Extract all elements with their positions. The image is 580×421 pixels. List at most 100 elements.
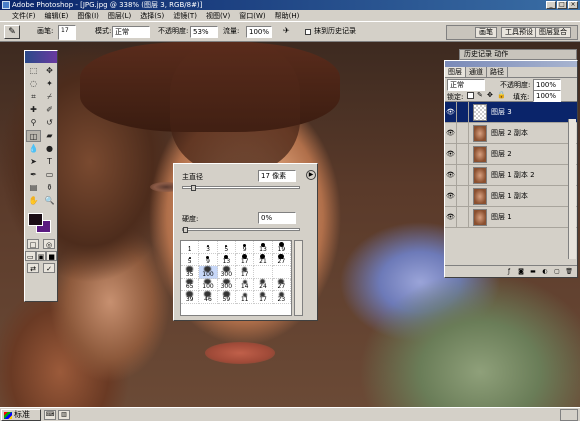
slice-tool-icon[interactable]: ⌿ [42,91,57,103]
visibility-eye-icon[interactable]: 👁 [445,143,457,165]
menu-file[interactable]: 文件(F) [12,11,36,21]
lock-all-icon[interactable]: 🔒 [497,91,506,99]
layer-link-cell[interactable] [457,185,469,207]
dodge-tool-icon[interactable]: ● [42,143,57,155]
adjustment-layer-icon[interactable]: ◐ [540,267,550,276]
tray-keyboard-icon[interactable]: ⌨ [44,410,56,420]
hardness-slider[interactable] [182,227,300,233]
history-checkbox[interactable] [305,29,311,35]
toolbox-header[interactable] [25,51,57,63]
marquee-tool-icon[interactable]: ⬚ [26,65,41,77]
menu-filter[interactable]: 滤镜(T) [173,11,197,21]
brush-preset[interactable]: 3 [199,241,218,254]
brush-preset[interactable]: 21 [254,253,273,266]
standard-screen-icon[interactable]: ▭ [25,251,36,261]
brush-preset[interactable]: 100 [199,266,218,279]
maximize-button[interactable]: □ [557,1,567,9]
foreground-color-swatch[interactable] [28,213,43,226]
brush-preset[interactable]: 300 [217,278,236,291]
menu-help[interactable]: 帮助(H) [275,11,300,21]
move-tool-icon[interactable]: ✥ [42,65,57,77]
type-tool-icon[interactable]: T [42,156,57,168]
lock-position-icon[interactable]: ✥ [487,91,493,99]
jump-to-imageready-icon[interactable]: ⇄ [27,263,39,273]
visibility-eye-icon[interactable]: 👁 [445,164,457,186]
brush-grid-scrollbar[interactable] [294,240,303,316]
brush-preset[interactable]: 5 [181,253,200,266]
brush-preset[interactable]: 35 [181,266,200,279]
layer-row[interactable]: 👁 图层 1 [445,206,577,228]
full-screen-icon[interactable]: ■ [46,251,58,261]
brush-preset[interactable]: 39 [181,291,200,304]
well-tab-layer-comps[interactable]: 图层复合 [535,27,571,38]
mode-select[interactable]: 正常 [112,26,150,38]
brush-preset[interactable]: 14 [236,278,255,291]
check-icon[interactable]: ✓ [43,263,55,273]
eyedropper-tool-icon[interactable]: ⚱ [42,182,57,194]
eraser-tool-preset-icon[interactable]: ✎ [4,25,20,39]
hardness-slider-thumb[interactable] [183,227,188,233]
clone-stamp-tool-icon[interactable]: ⚲ [26,117,41,129]
brush-preset[interactable]: 13 [217,253,236,266]
history-actions-tabs[interactable]: 历史记录 动作 [459,49,577,60]
tab-channels[interactable]: 通道 [466,67,487,77]
lasso-tool-icon[interactable]: ◌ [26,78,41,90]
well-tab-brushes[interactable]: 画笔 [475,27,497,38]
brush-preset[interactable]: 11 [236,291,255,304]
full-screen-menu-icon[interactable]: ▣ [35,251,47,261]
brush-menu-arrow-icon[interactable]: ▶ [306,170,316,180]
brush-preset[interactable]: 59 [217,291,236,304]
hardness-input[interactable]: 0% [258,212,296,224]
brush-preset[interactable]: 300 [217,266,236,279]
brush-preset[interactable]: 24 [254,278,273,291]
brush-preset[interactable]: 13 [254,241,273,254]
layers-scrollbar[interactable] [568,119,576,259]
menu-view[interactable]: 视图(V) [206,11,230,21]
layer-style-icon[interactable]: ƒ [504,267,514,276]
layer-link-cell[interactable] [457,101,469,123]
notes-tool-icon[interactable]: ▤ [26,182,41,194]
brush-preset[interactable]: 9 [199,253,218,266]
pen-tool-icon[interactable]: ✒ [26,169,41,181]
brush-preset[interactable]: 27 [272,278,291,291]
new-set-icon[interactable]: ▬ [528,267,538,276]
menu-edit[interactable]: 编辑(E) [45,11,69,21]
layer-row[interactable]: 👁 图层 2 [445,143,577,165]
lock-image-icon[interactable]: ✎ [477,91,483,99]
master-diameter-slider[interactable] [182,185,300,191]
fill-input[interactable]: 100% [533,90,561,102]
path-selection-tool-icon[interactable]: ➤ [26,156,41,168]
start-button[interactable]: 标准 [1,409,41,421]
brush-preset[interactable]: 5 [217,241,236,254]
tab-paths[interactable]: 路径 [487,67,508,77]
visibility-eye-icon[interactable]: 👁 [445,185,457,207]
visibility-eye-icon[interactable]: 👁 [445,206,457,228]
gradient-tool-icon[interactable]: ▰ [42,130,57,142]
magic-wand-tool-icon[interactable]: ✦ [42,78,57,90]
opacity-input[interactable]: 53% [190,26,218,38]
menu-layer[interactable]: 图层(L) [108,11,131,21]
well-tab-tool-presets[interactable]: 工具预设 [501,27,537,38]
layer-row[interactable]: 👁 图层 2 副本 [445,122,577,144]
brush-preset[interactable]: 23 [272,291,291,304]
layer-link-cell[interactable] [457,143,469,165]
crop-tool-icon[interactable]: ⌗ [26,91,41,103]
master-diameter-slider-thumb[interactable] [191,185,196,191]
layer-link-cell[interactable] [457,206,469,228]
brush-preset[interactable]: 19 [272,241,291,254]
blur-tool-icon[interactable]: 💧 [26,143,41,155]
standard-mode-icon[interactable]: □ [27,239,39,249]
brush-preset[interactable]: 17 [236,253,255,266]
layer-link-cell[interactable] [457,164,469,186]
menu-image[interactable]: 图像(I) [77,11,99,21]
layer-row[interactable]: 👁 图层 1 副本 2 [445,164,577,186]
shape-tool-icon[interactable]: ▭ [42,169,57,181]
brush-preset[interactable]: 9 [236,241,255,254]
brush-preset[interactable]: 27 [272,253,291,266]
new-layer-icon[interactable]: ▢ [552,267,562,276]
tray-chart-icon[interactable]: ▥ [58,410,70,420]
layer-mask-icon[interactable]: ◙ [516,267,526,276]
hand-tool-icon[interactable]: ✋ [26,195,41,207]
brush-preset[interactable]: 100 [199,278,218,291]
brush-size-picker[interactable]: 17 [58,25,76,40]
